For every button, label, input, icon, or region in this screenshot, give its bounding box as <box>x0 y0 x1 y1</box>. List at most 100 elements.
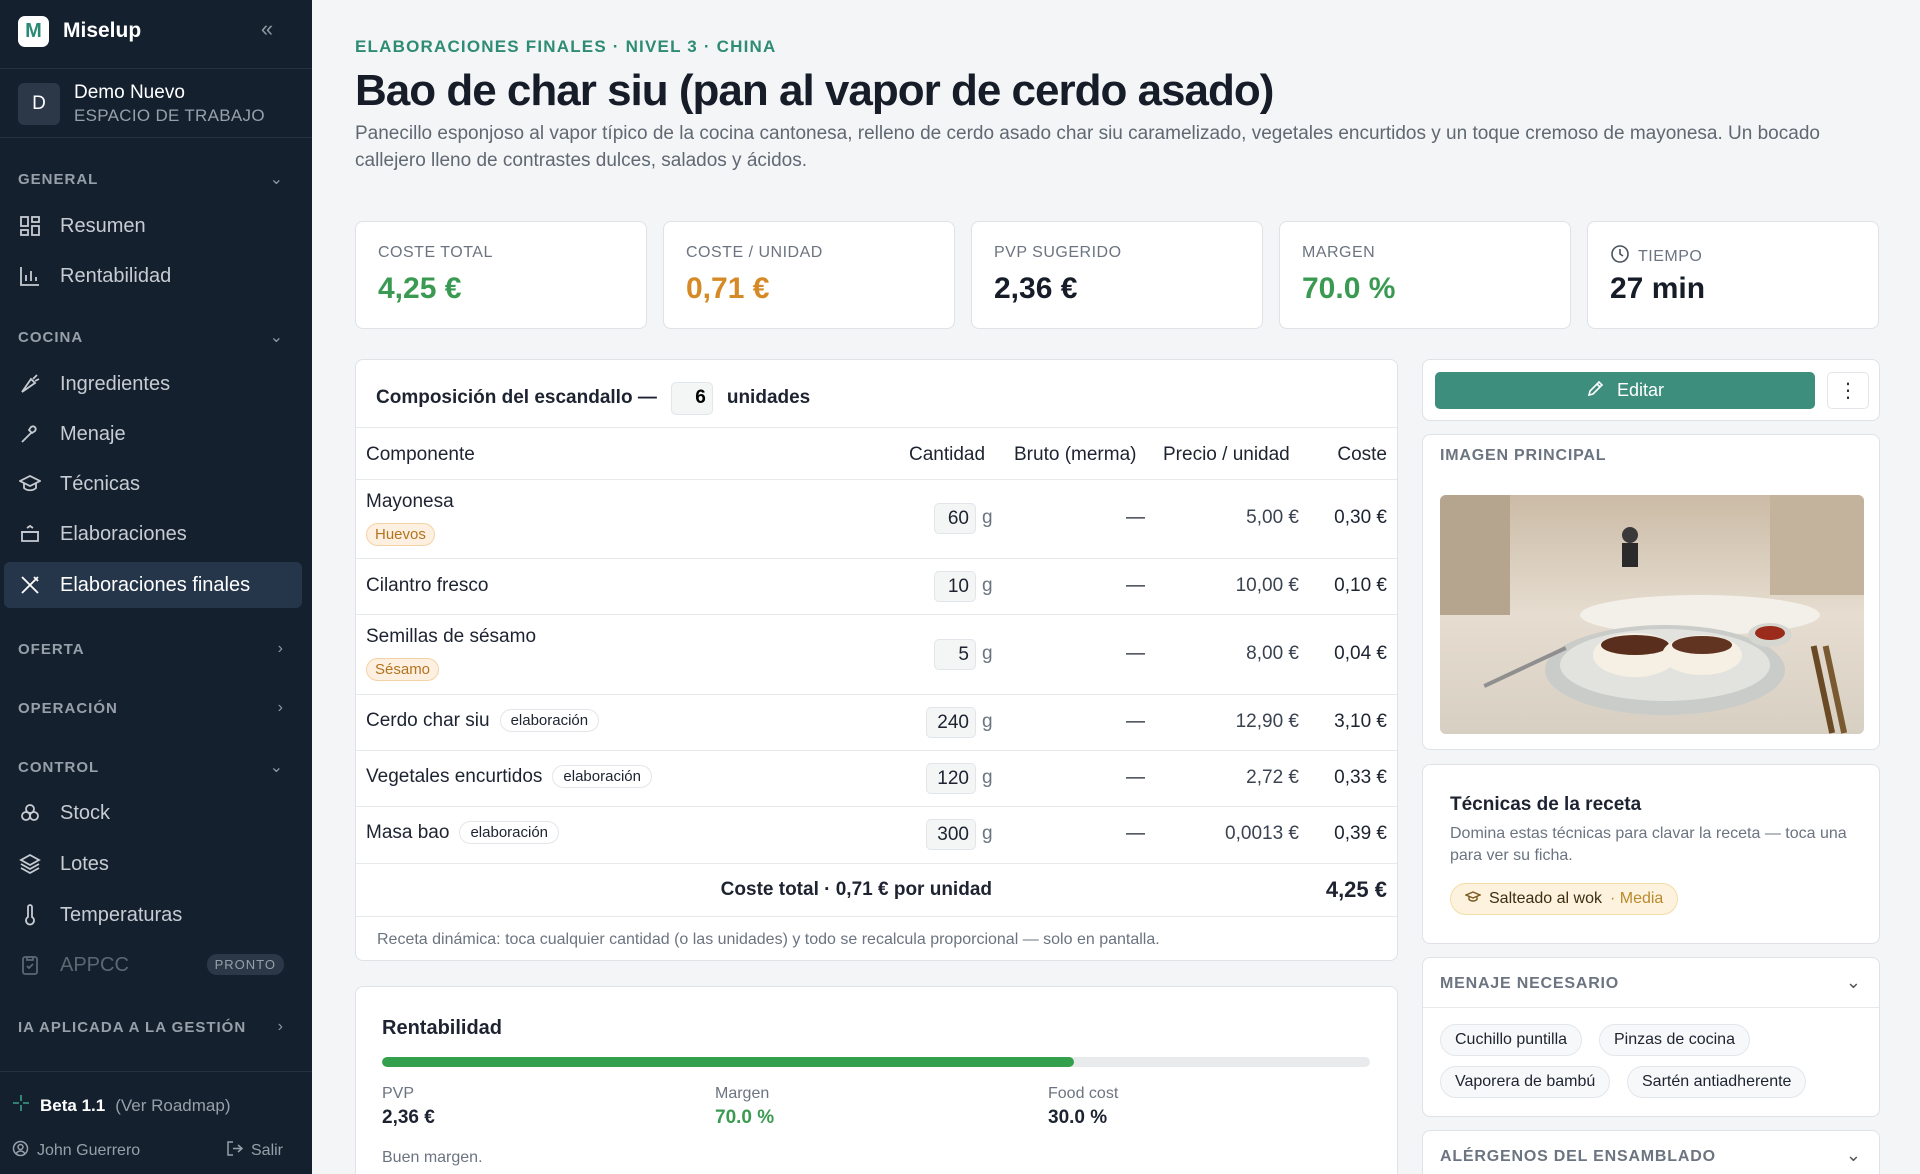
graduation-cap-icon <box>1464 889 1482 910</box>
section-control[interactable]: CONTROL ⌄ <box>18 755 284 779</box>
quantity-unit: g <box>982 823 993 844</box>
chevron-right-icon: › <box>277 1018 284 1035</box>
menaje-header[interactable]: MENAJE NECESARIO ⌄ <box>1423 958 1879 1008</box>
workspace-name[interactable]: Demo Nuevo <box>74 82 185 104</box>
menaje-chip[interactable]: Cuchillo puntilla <box>1440 1024 1583 1056</box>
sidebar-item-elaboraciones-finales[interactable]: Elaboraciones finales <box>4 562 302 608</box>
thermometer-icon <box>18 903 42 927</box>
bruto-value: — <box>1126 767 1145 788</box>
divider <box>0 137 312 138</box>
units-input[interactable] <box>670 381 713 415</box>
section-operacion[interactable]: OPERACIÓN › <box>18 696 284 720</box>
quantity-input[interactable] <box>934 503 976 534</box>
component-name[interactable]: Semillas de sésamo <box>366 626 536 648</box>
chevron-down-icon: ⌄ <box>269 329 284 346</box>
chevron-down-icon: ⌄ <box>1845 972 1861 992</box>
beta-info[interactable]: Beta 1.1 (Ver Roadmap) <box>12 1094 230 1117</box>
dish-photo[interactable] <box>1440 495 1864 734</box>
unit-price: 2,72 € <box>1246 767 1299 788</box>
technique-chip[interactable]: Salteado al wok · Media <box>1450 883 1679 915</box>
component-name[interactable]: Cilantro fresco <box>366 575 489 597</box>
kpi-label: MARGEN <box>1302 244 1376 261</box>
component-name[interactable]: Masa bao elaboración <box>366 821 560 844</box>
kpi-tiempo: TIEMPO 27 min <box>1587 221 1879 329</box>
kpi-coste-unidad: COSTE / UNIDAD 0,71 € <box>663 221 955 329</box>
chevron-right-icon: › <box>277 699 284 716</box>
logout-button[interactable]: Salir <box>226 1140 283 1162</box>
sparkle-icon <box>12 1094 30 1117</box>
edit-button[interactable]: Editar <box>1435 372 1815 409</box>
chevron-down-icon: ⌄ <box>1845 1145 1861 1165</box>
section-ia[interactable]: IA APLICADA A LA GESTIÓN › <box>18 1015 284 1039</box>
chevron-right-icon: › <box>277 640 284 657</box>
kpi-coste-total: COSTE TOTAL 4,25 € <box>355 221 647 329</box>
dynamic-recipe-hint: Receta dinámica: toca cualquier cantidad… <box>377 931 1160 948</box>
divider <box>0 1071 312 1072</box>
technique-level: · Media <box>1609 890 1664 907</box>
kpi-label: COSTE TOTAL <box>378 244 493 261</box>
menaje-chip[interactable]: Sartén antiadherente <box>1627 1066 1807 1098</box>
user-info[interactable]: John Guerrero <box>12 1140 140 1162</box>
section-cocina[interactable]: COCINA ⌄ <box>18 325 284 349</box>
quantity-input[interactable] <box>926 763 976 794</box>
quantity-input[interactable] <box>926 707 976 738</box>
brand-name: Miselup <box>63 19 142 42</box>
sidebar-item-resumen[interactable]: Resumen <box>4 203 302 249</box>
graduation-cap-icon <box>18 472 42 496</box>
column-header: Precio / unidad <box>1163 444 1290 465</box>
user-name: John Guerrero <box>37 1142 141 1159</box>
sidebar-item-menaje[interactable]: Menaje <box>4 411 302 457</box>
sidebar-item-stock[interactable]: Stock <box>4 790 302 836</box>
user-icon <box>12 1140 29 1162</box>
section-ia-label: IA APLICADA A LA GESTIÓN <box>18 1018 247 1036</box>
carrot-icon <box>18 372 42 396</box>
workspace-avatar[interactable]: D <box>18 83 60 125</box>
quantity-input[interactable] <box>934 571 976 602</box>
column-header: Cantidad <box>909 444 986 465</box>
menaje-chip[interactable]: Pinzas de cocina <box>1599 1024 1750 1056</box>
metric-value: 30.0 % <box>1048 1107 1108 1128</box>
quantity-input[interactable] <box>926 819 976 850</box>
allergens-header[interactable]: ALÉRGENOS DEL ENSAMBLADO ⌄ <box>1423 1131 1879 1174</box>
menaje-chip[interactable]: Vaporera de bambú <box>1440 1066 1611 1098</box>
column-header: Coste <box>1337 444 1387 465</box>
component-label: Masa bao <box>366 821 450 843</box>
section-general[interactable]: GENERAL ⌄ <box>18 167 284 191</box>
component-name[interactable]: Mayonesa <box>366 491 454 513</box>
quantity-unit: g <box>982 575 993 596</box>
brand[interactable]: M Miselup <box>18 15 142 47</box>
column-header: Bruto (merma) <box>1014 444 1137 465</box>
sidebar-item-label: Resumen <box>60 214 146 237</box>
margin-progress-bar <box>382 1057 1370 1067</box>
more-options-icon[interactable]: ⋮ <box>1827 372 1869 409</box>
coming-soon-badge: PRONTO <box>206 954 284 975</box>
roadmap-link[interactable]: (Ver Roadmap) <box>115 1096 230 1116</box>
sidebar-item-lotes[interactable]: Lotes <box>4 841 302 887</box>
collapse-sidebar-icon[interactable]: « <box>256 18 278 41</box>
component-name[interactable]: Vegetales encurtidos elaboración <box>366 765 652 788</box>
kpi-pvp-sugerido: PVP SUGERIDO 2,36 € <box>971 221 1263 329</box>
section-oferta[interactable]: OFERTA › <box>18 637 284 661</box>
sidebar-item-rentabilidad[interactable]: Rentabilidad <box>4 253 302 299</box>
kpi-label: PVP SUGERIDO <box>994 244 1122 261</box>
sidebar-item-tecnicas[interactable]: Técnicas <box>4 461 302 507</box>
kpi-value: 27 min <box>1610 272 1706 305</box>
clipboard-icon <box>18 953 42 977</box>
section-general-label: GENERAL <box>18 170 99 188</box>
techniques-title: Técnicas de la receta <box>1450 794 1642 815</box>
unit-price: 12,90 € <box>1235 711 1299 732</box>
kpi-value: 0,71 € <box>686 272 770 305</box>
sidebar-item-ingredientes[interactable]: Ingredientes <box>4 361 302 407</box>
total-row: Coste total · 0,71 € por unidad 4,25 € <box>356 864 1397 917</box>
sidebar-item-temperaturas[interactable]: Temperaturas <box>4 892 302 938</box>
sidebar-item-elaboraciones[interactable]: Elaboraciones <box>4 511 302 557</box>
table-row: Cilantro fresco g — 10,00 € 0,10 € <box>356 559 1397 615</box>
allergens-card: ALÉRGENOS DEL ENSAMBLADO ⌄ <box>1422 1130 1880 1174</box>
quantity-input[interactable] <box>934 639 976 670</box>
sidebar-item-label: Elaboraciones finales <box>60 573 251 596</box>
logout-icon <box>226 1140 244 1162</box>
page-description: Panecillo esponjoso al vapor típico de l… <box>355 123 1820 171</box>
cost-value: 0,30 € <box>1334 507 1387 528</box>
component-name[interactable]: Cerdo char siu elaboración <box>366 709 600 732</box>
elaboration-tag: elaboración <box>459 821 560 844</box>
